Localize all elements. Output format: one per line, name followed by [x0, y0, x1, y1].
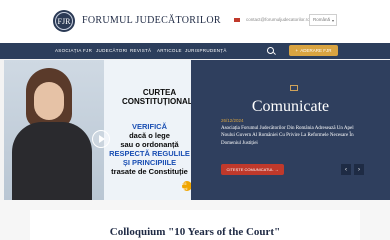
logo-mark: FJR: [55, 12, 73, 30]
mail-icon: [234, 18, 240, 22]
language-select[interactable]: Română ▾: [309, 14, 337, 26]
top-bar: FJR FORUMUL JUDECĂTORILOR contact@forumu…: [0, 0, 390, 43]
speaker-torso: [12, 122, 92, 200]
nav-item-asociatia[interactable]: ASOCIAȚIA FJR: [55, 48, 92, 53]
video-subtitle-line: sau o ordonanță: [120, 140, 179, 149]
contact-email[interactable]: contact@forumuljudecatorilor.ro: [246, 17, 310, 22]
video-subtitle-line: RESPECTĂ REGULILE: [109, 149, 190, 158]
video-thumbnail[interactable]: CURTEA CONSTITUȚIONALĂ VERIFICĂ dacă o l…: [4, 60, 191, 200]
read-statement-button[interactable]: CITEȘTE COMUNICATUL →: [221, 164, 284, 175]
video-subtitle-line: dacă o lege: [129, 131, 170, 140]
speaker-face: [34, 82, 64, 120]
next-arrow-icon[interactable]: ›: [354, 164, 364, 175]
prev-arrow-icon[interactable]: ‹: [341, 164, 351, 175]
main-nav: ASOCIAȚIA FJR JUDECĂTORI REVISTĂ ARTICOL…: [0, 43, 390, 59]
search-icon[interactable]: [267, 47, 274, 54]
language-value: Română: [313, 17, 331, 22]
anniversary-badge: 25 ani: [182, 181, 191, 191]
video-title-line: CONSTITUȚIONALĂ: [122, 97, 191, 107]
content-section: Colloquium "10 Years of the Court": [0, 200, 390, 240]
nav-item-articole[interactable]: ARTICOLE: [157, 48, 182, 53]
institution-icon: [290, 85, 298, 91]
join-button-label: ADERARE FJR: [300, 48, 332, 53]
section-heading: Colloquium "10 Years of the Court": [109, 226, 281, 238]
news-headline[interactable]: Asociația Forumul Judecătorilor Din Româ…: [221, 125, 356, 147]
news-panel: Comunicate 26/12/2024 Asociația Forumul …: [191, 60, 390, 200]
video-subtitle-line: ȘI PRINCIPIILE: [122, 158, 177, 167]
user-plus-icon: +: [295, 48, 299, 53]
nav-item-revista[interactable]: REVISTĂ: [130, 48, 151, 53]
site-logo[interactable]: FJR: [53, 10, 75, 32]
video-subtitle-line: VERIFICĂ: [131, 122, 167, 131]
speaker-photo: [4, 60, 104, 200]
video-subtitle-line: trasate de Constituție: [111, 167, 188, 176]
chevron-down-icon: ▾: [331, 18, 334, 23]
news-date: 26/12/2024: [221, 118, 244, 123]
video-title: CURTEA CONSTITUȚIONALĂ: [122, 88, 191, 106]
video-subtitle: VERIFICĂ dacă o lege sau o ordonanță RES…: [102, 122, 191, 176]
nav-item-judecatori[interactable]: JUDECĂTORI: [96, 48, 128, 53]
join-button[interactable]: + ADERARE FJR: [289, 45, 338, 56]
site-title[interactable]: FORUMUL JUDECĂTORILOR: [82, 15, 221, 26]
news-section-title: Comunicate: [251, 98, 330, 115]
nav-item-jurisprudenta[interactable]: JURISPRUDENȚĂ: [185, 48, 227, 53]
video-title-line: CURTEA: [142, 88, 177, 97]
